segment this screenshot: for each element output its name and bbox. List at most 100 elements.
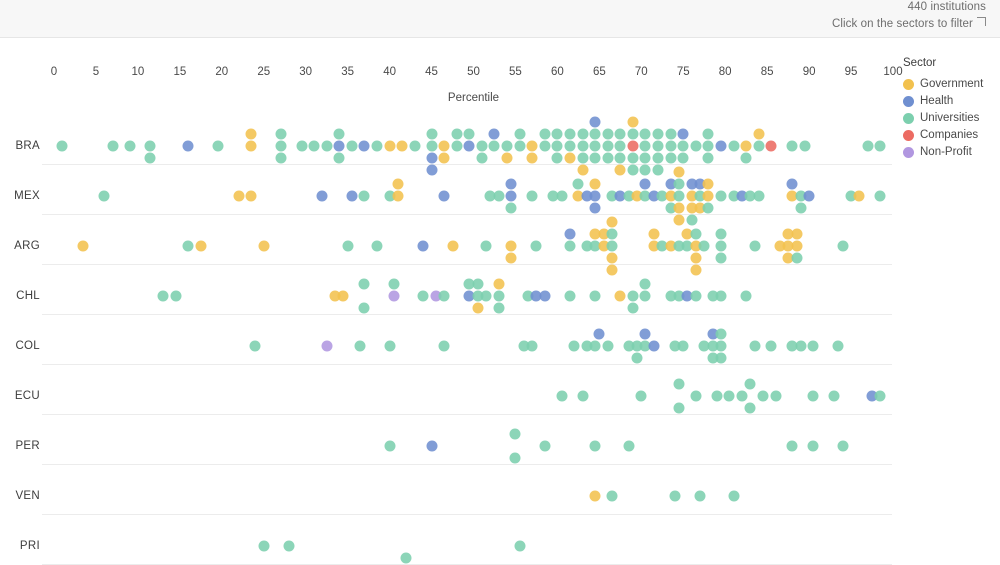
data-point[interactable] [673,190,685,202]
data-point[interactable] [602,152,614,164]
data-point[interactable] [77,240,89,252]
data-point[interactable] [438,290,450,302]
data-point[interactable] [589,140,601,152]
data-point[interactable] [627,152,639,164]
data-point[interactable] [417,290,429,302]
data-point[interactable] [258,540,270,552]
data-point[interactable] [514,140,526,152]
data-point[interactable] [639,278,651,290]
data-point[interactable] [509,452,521,464]
data-point[interactable] [753,128,765,140]
data-point[interactable] [539,290,551,302]
data-point[interactable] [275,152,287,164]
data-point[interactable] [648,228,660,240]
data-point[interactable] [526,340,538,352]
data-point[interactable] [749,340,761,352]
legend-item-non-profit[interactable]: Non-Profit [903,144,998,160]
data-point[interactable] [564,228,576,240]
data-point[interactable] [694,490,706,502]
data-point[interactable] [426,152,438,164]
data-point[interactable] [493,190,505,202]
data-point[interactable] [438,152,450,164]
data-point[interactable] [702,140,714,152]
data-point[interactable] [505,252,517,264]
data-point[interactable] [715,352,727,364]
data-point[interactable] [652,164,664,176]
data-point[interactable] [602,340,614,352]
data-point[interactable] [677,340,689,352]
data-point[interactable] [233,190,245,202]
data-point[interactable] [392,178,404,190]
data-point[interactable] [358,140,370,152]
data-point[interactable] [807,340,819,352]
data-point[interactable] [673,178,685,190]
data-point[interactable] [715,290,727,302]
data-point[interactable] [296,140,307,152]
data-point[interactable] [606,252,618,264]
data-point[interactable] [98,190,110,202]
data-point[interactable] [144,140,156,152]
data-point[interactable] [426,128,438,140]
data-point[interactable] [438,140,450,152]
data-point[interactable] [476,140,488,152]
data-point[interactable] [371,240,383,252]
data-point[interactable] [803,190,815,202]
data-point[interactable] [564,290,576,302]
legend-item-companies[interactable]: Companies [903,127,998,143]
data-point[interactable] [702,128,714,140]
data-point[interactable] [673,402,685,414]
data-point[interactable] [409,140,421,152]
data-point[interactable] [753,190,765,202]
data-point[interactable] [501,140,513,152]
data-point[interactable] [589,440,601,452]
data-point[interactable] [715,228,727,240]
data-point[interactable] [715,240,727,252]
data-point[interactable] [639,328,651,340]
data-point[interactable] [627,140,639,152]
data-point[interactable] [526,190,538,202]
data-point[interactable] [648,340,660,352]
data-point[interactable] [589,290,601,302]
data-point[interactable] [577,390,589,402]
data-point[interactable] [593,328,605,340]
data-point[interactable] [249,340,261,352]
data-point[interactable] [426,164,438,176]
data-point[interactable] [690,264,702,276]
data-point[interactable] [514,128,526,140]
data-point[interactable] [791,240,802,252]
data-point[interactable] [627,116,639,128]
data-point[interactable] [639,290,651,302]
data-point[interactable] [526,152,538,164]
data-point[interactable] [195,240,207,252]
data-point[interactable] [384,140,396,152]
data-point[interactable] [342,240,354,252]
data-point[interactable] [639,128,651,140]
data-point[interactable] [245,190,257,202]
legend-item-government[interactable]: Government [903,76,998,92]
data-point[interactable] [501,152,513,164]
data-point[interactable] [639,140,651,152]
data-point[interactable] [589,178,601,190]
data-point[interactable] [874,190,886,202]
data-point[interactable] [182,140,194,152]
data-point[interactable] [765,340,777,352]
data-point[interactable] [631,352,643,364]
data-point[interactable] [614,128,626,140]
data-point[interactable] [627,128,639,140]
data-point[interactable] [245,128,257,140]
data-point[interactable] [564,240,576,252]
data-point[interactable] [384,340,396,352]
legend-item-universities[interactable]: Universities [903,110,998,126]
data-point[interactable] [275,140,287,152]
data-point[interactable] [623,440,635,452]
data-point[interactable] [690,290,702,302]
expand-corner-icon[interactable] [977,17,986,26]
data-point[interactable] [493,302,505,314]
data-point[interactable] [505,178,517,190]
data-point[interactable] [451,140,463,152]
data-point[interactable] [551,140,563,152]
data-point[interactable] [182,240,194,252]
data-point[interactable] [874,390,886,402]
data-point[interactable] [635,390,647,402]
data-point[interactable] [795,202,807,214]
